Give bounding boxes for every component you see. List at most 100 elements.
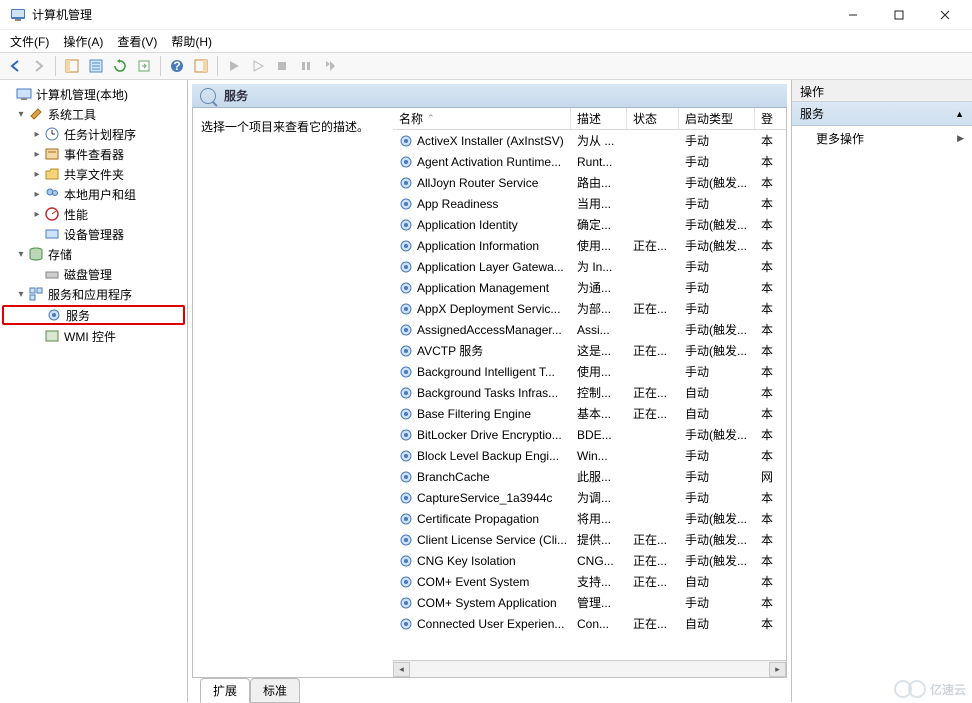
svg-text:?: ?	[173, 59, 180, 73]
maximize-button[interactable]	[876, 0, 922, 30]
chevron-right-icon[interactable]: ▸	[30, 169, 44, 180]
service-row[interactable]: Agent Activation Runtime...Runt...手动本	[393, 151, 786, 172]
description-panel: 选择一个项目来查看它的描述。	[193, 108, 393, 677]
watermark: 亿速云	[894, 680, 966, 698]
center-pane: 服务 选择一个项目来查看它的描述。 名称⌃ 描述 状态 启动类型 登 Activ…	[188, 80, 792, 702]
tree-label: 磁盘管理	[64, 266, 112, 283]
scroll-right-button[interactable]: ▸	[769, 662, 786, 677]
tree-label: 服务和应用程序	[48, 286, 132, 303]
service-row[interactable]: COM+ System Application管理...手动本	[393, 592, 786, 613]
service-row[interactable]: Application Management为通...手动本	[393, 277, 786, 298]
service-row[interactable]: CaptureService_1a3944c为调...手动本	[393, 487, 786, 508]
chevron-right-icon[interactable]: ▸	[30, 129, 44, 140]
tree-label: WMI 控件	[64, 328, 116, 345]
service-row[interactable]: Application Identity确定...手动(触发...本	[393, 214, 786, 235]
service-row[interactable]: AssignedAccessManager...Assi...手动(触发...本	[393, 319, 786, 340]
tree-wmi[interactable]: WMI 控件	[2, 326, 185, 346]
scroll-track[interactable]	[410, 662, 769, 677]
tree-disk-management[interactable]: 磁盘管理	[2, 264, 185, 284]
show-hide-tree-button[interactable]	[61, 55, 83, 77]
menu-action[interactable]: 操作(A)	[57, 31, 109, 52]
service-row[interactable]: BitLocker Drive Encryptio...BDE...手动(触发.…	[393, 424, 786, 445]
properties-button[interactable]	[85, 55, 107, 77]
tab-standard[interactable]: 标准	[250, 678, 300, 703]
action-pane-button[interactable]	[190, 55, 212, 77]
chevron-down-icon[interactable]: ▾	[14, 289, 28, 300]
export-button[interactable]	[133, 55, 155, 77]
chevron-up-icon: ▲	[955, 109, 964, 119]
service-row[interactable]: COM+ Event System支持...正在...自动本	[393, 571, 786, 592]
col-name[interactable]: 名称⌃	[393, 108, 571, 129]
tree-performance[interactable]: ▸ 性能	[2, 204, 185, 224]
scroll-left-button[interactable]: ◂	[393, 662, 410, 677]
service-row[interactable]: Client License Service (Cli...提供...正在...…	[393, 529, 786, 550]
col-state[interactable]: 状态	[627, 108, 679, 129]
col-logon[interactable]: 登	[755, 108, 773, 129]
col-start[interactable]: 启动类型	[679, 108, 755, 129]
window-title: 计算机管理	[32, 6, 830, 23]
play-button[interactable]	[247, 55, 269, 77]
forward-button[interactable]	[28, 55, 50, 77]
service-row[interactable]: AppX Deployment Servic...为部...正在...手动本	[393, 298, 786, 319]
restart-button[interactable]	[319, 55, 341, 77]
main-area: 计算机管理(本地) ▾ 系统工具 ▸ 任务计划程序 ▸ 事件查看器 ▸ 共享文件…	[0, 80, 972, 702]
service-row[interactable]: Certificate Propagation将用...手动(触发...本	[393, 508, 786, 529]
service-row[interactable]: AVCTP 服务这是...正在...手动(触发...本	[393, 340, 786, 361]
tree-label: 计算机管理(本地)	[36, 86, 128, 103]
tree-services-apps[interactable]: ▾ 服务和应用程序	[2, 284, 185, 304]
tree-root[interactable]: 计算机管理(本地)	[2, 84, 185, 104]
chevron-right-icon[interactable]: ▸	[30, 209, 44, 220]
tree-label: 共享文件夹	[64, 166, 124, 183]
menu-help[interactable]: 帮助(H)	[165, 31, 218, 52]
tab-extended[interactable]: 扩展	[200, 678, 250, 703]
start-service-button[interactable]	[223, 55, 245, 77]
tree-storage[interactable]: ▾ 存储	[2, 244, 185, 264]
close-button[interactable]	[922, 0, 968, 30]
menu-file[interactable]: 文件(F)	[4, 31, 55, 52]
service-row[interactable]: AllJoyn Router Service路由...手动(触发...本	[393, 172, 786, 193]
nav-tree[interactable]: 计算机管理(本地) ▾ 系统工具 ▸ 任务计划程序 ▸ 事件查看器 ▸ 共享文件…	[0, 80, 188, 702]
tools-icon	[28, 106, 44, 122]
tree-services[interactable]: 服务	[2, 305, 185, 325]
service-row[interactable]: CNG Key IsolationCNG...正在...手动(触发...本	[393, 550, 786, 571]
chevron-right-icon[interactable]: ▸	[30, 189, 44, 200]
tree-system-tools[interactable]: ▾ 系统工具	[2, 104, 185, 124]
minimize-button[interactable]	[830, 0, 876, 30]
service-rows[interactable]: ActiveX Installer (AxInstSV)为从 ...手动本Age…	[393, 130, 786, 660]
chevron-down-icon[interactable]: ▾	[14, 109, 28, 120]
actions-section[interactable]: 服务 ▲	[792, 102, 972, 126]
service-row[interactable]: App Readiness当用...手动本	[393, 193, 786, 214]
horizontal-scrollbar[interactable]: ◂ ▸	[393, 660, 786, 677]
service-row[interactable]: BranchCache此服...手动网	[393, 466, 786, 487]
clock-icon	[44, 126, 60, 142]
pause-button[interactable]	[295, 55, 317, 77]
actions-more[interactable]: 更多操作 ▶	[792, 126, 972, 151]
refresh-button[interactable]	[109, 55, 131, 77]
gear-icon	[46, 307, 62, 323]
service-row[interactable]: Connected User Experien...Con...正在...自动本	[393, 613, 786, 634]
service-row[interactable]: Application Layer Gatewa...为 In...手动本	[393, 256, 786, 277]
services-header-title: 服务	[224, 87, 248, 104]
back-button[interactable]	[4, 55, 26, 77]
tree-task-scheduler[interactable]: ▸ 任务计划程序	[2, 124, 185, 144]
col-desc[interactable]: 描述	[571, 108, 627, 129]
service-row[interactable]: ActiveX Installer (AxInstSV)为从 ...手动本	[393, 130, 786, 151]
menu-view[interactable]: 查看(V)	[111, 31, 163, 52]
service-row[interactable]: Base Filtering Engine基本...正在...自动本	[393, 403, 786, 424]
stop-button[interactable]	[271, 55, 293, 77]
chevron-down-icon[interactable]: ▾	[14, 249, 28, 260]
service-row[interactable]: Background Intelligent T...使用...手动本	[393, 361, 786, 382]
tree-shared-folders[interactable]: ▸ 共享文件夹	[2, 164, 185, 184]
disk-icon	[44, 266, 60, 282]
chevron-right-icon[interactable]: ▸	[30, 149, 44, 160]
tree-event-viewer[interactable]: ▸ 事件查看器	[2, 144, 185, 164]
search-icon	[200, 88, 216, 104]
service-row[interactable]: Background Tasks Infras...控制...正在...自动本	[393, 382, 786, 403]
chevron-right-icon: ▶	[957, 133, 964, 144]
service-row[interactable]: Block Level Backup Engi...Win...手动本	[393, 445, 786, 466]
tree-label: 存储	[48, 246, 72, 263]
service-row[interactable]: Application Information使用...正在...手动(触发..…	[393, 235, 786, 256]
tree-device-manager[interactable]: 设备管理器	[2, 224, 185, 244]
tree-local-users[interactable]: ▸ 本地用户和组	[2, 184, 185, 204]
help-button[interactable]: ?	[166, 55, 188, 77]
